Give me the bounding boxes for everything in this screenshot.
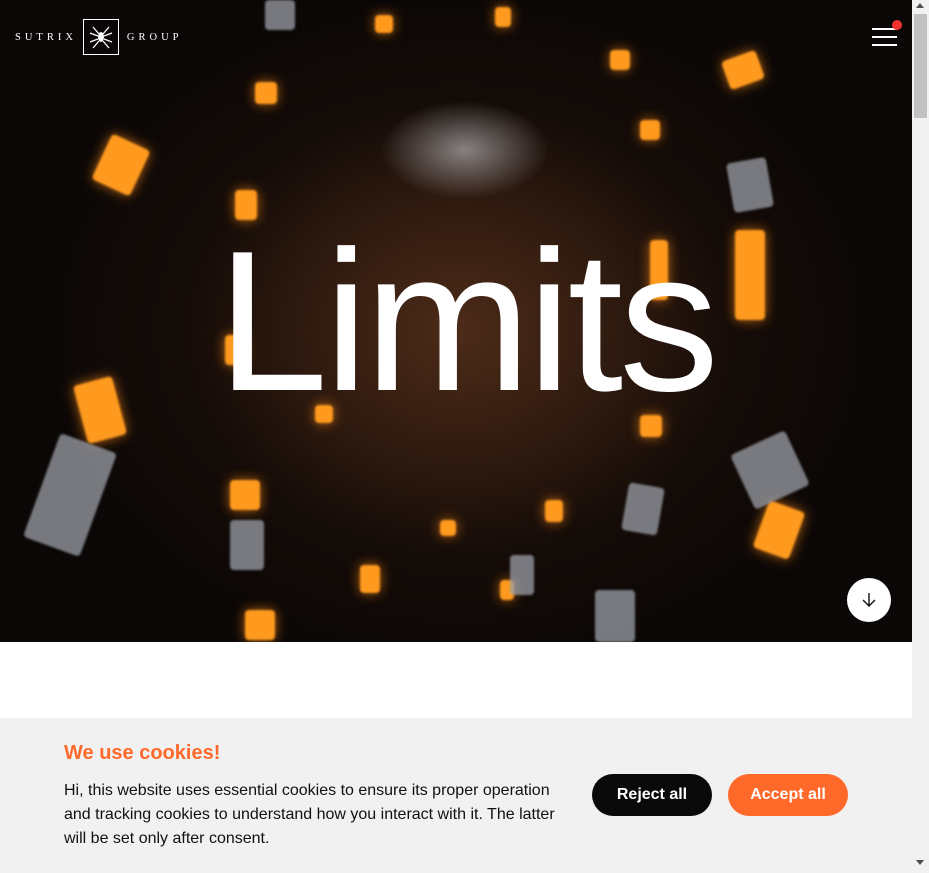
scroll-down-arrow-icon[interactable]	[916, 860, 924, 865]
menu-line	[872, 44, 897, 46]
hero-section: SUTRIX GROUP Limits	[0, 0, 912, 642]
bokeh-light	[752, 500, 806, 560]
bokeh-shard	[22, 433, 118, 557]
accept-all-button[interactable]: Accept all	[728, 774, 848, 816]
vertical-scrollbar[interactable]	[912, 0, 929, 873]
bokeh-light	[545, 500, 563, 522]
bokeh-light	[245, 610, 275, 640]
bokeh-light	[640, 120, 660, 140]
bokeh-shard	[595, 590, 635, 642]
bokeh-light	[440, 520, 456, 536]
scroll-up-arrow-icon[interactable]	[916, 3, 924, 8]
logo-left-word: SUTRIX	[15, 31, 77, 43]
cookie-banner: We use cookies! Hi, this website uses es…	[0, 718, 912, 873]
bokeh-shard	[725, 156, 775, 214]
logo-right-word: GROUP	[126, 31, 183, 43]
bokeh-light	[375, 15, 393, 33]
hero-headline: Limits	[216, 210, 719, 433]
scrollbar-thumb[interactable]	[914, 14, 927, 118]
bokeh-light	[495, 7, 511, 27]
scroll-down-button[interactable]	[847, 578, 891, 622]
bokeh-light	[610, 50, 630, 70]
bokeh-light	[91, 133, 151, 197]
hamburger-menu-icon[interactable]	[870, 20, 902, 48]
notification-dot-icon	[892, 20, 902, 30]
bokeh-light	[230, 480, 260, 510]
bokeh-shard	[730, 430, 810, 510]
cookie-title: We use cookies!	[64, 742, 221, 764]
cookie-description: Hi, this website uses essential cookies …	[64, 782, 555, 847]
arrow-down-icon	[862, 593, 876, 607]
bokeh-shard	[510, 555, 534, 595]
bokeh-shard	[621, 482, 665, 536]
bokeh-shard	[230, 520, 264, 570]
menu-line	[872, 36, 897, 38]
bokeh-light	[360, 565, 380, 593]
reject-all-button[interactable]: Reject all	[592, 774, 712, 816]
bokeh-light	[255, 82, 277, 104]
spider-logo-icon	[82, 19, 119, 55]
brand-logo[interactable]: SUTRIX GROUP	[15, 19, 183, 55]
bokeh-shard	[265, 0, 295, 30]
bokeh-light	[720, 49, 766, 91]
